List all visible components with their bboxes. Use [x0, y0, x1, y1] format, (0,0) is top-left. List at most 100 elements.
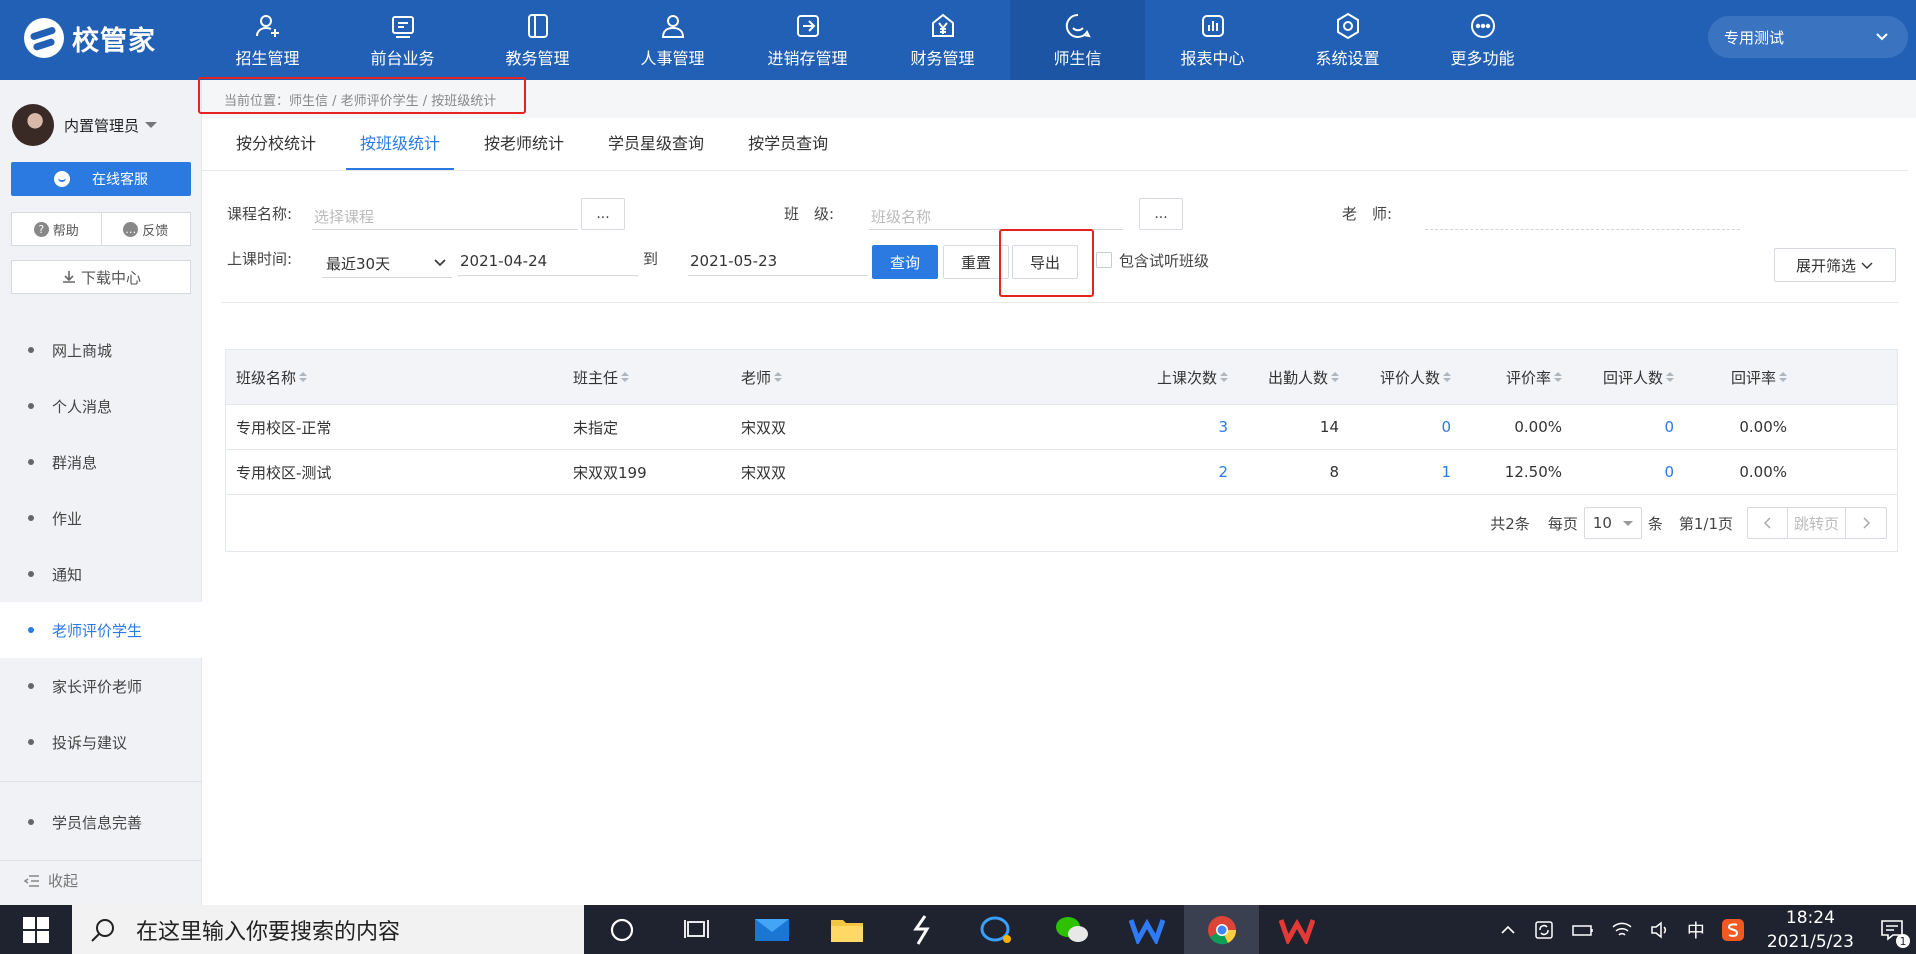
column-header-head-teacher[interactable]: 班主任 [573, 350, 630, 404]
next-page-button[interactable] [1846, 508, 1886, 538]
date-from-input[interactable]: 2021-04-24 [458, 246, 638, 276]
sidebar-item-homework[interactable]: 作业 [0, 490, 202, 546]
mail-app[interactable] [734, 905, 809, 954]
column-header-class-name[interactable]: 班级名称 [236, 350, 308, 404]
sync-icon[interactable] [1533, 919, 1555, 941]
column-header-evaluated[interactable]: 评价人数 [1346, 350, 1451, 404]
app-logo[interactable]: 校管家 [24, 16, 156, 60]
sidebar-item-parent-evaluate-teacher[interactable]: 家长评价老师 [0, 658, 202, 714]
column-header-reply-rate[interactable]: 回评率 [1681, 350, 1787, 404]
user-menu[interactable]: 内置管理员 [12, 104, 158, 146]
teacher-input[interactable] [1425, 200, 1740, 230]
book-icon [527, 14, 548, 38]
cell-evaluated-link[interactable]: 0 [1346, 405, 1451, 449]
expand-filter-button[interactable]: 展开筛选 [1774, 248, 1896, 282]
download-center-button[interactable]: 下载中心 [11, 260, 191, 294]
inventory-icon [796, 15, 819, 37]
query-button[interactable]: 查询 [872, 245, 938, 279]
date-to-input[interactable]: 2021-05-23 [688, 246, 868, 276]
collapse-sidebar-button[interactable]: 收起 [24, 870, 78, 891]
bullet-icon [28, 403, 34, 409]
course-input[interactable]: 选择课程 [312, 200, 578, 230]
cell-attendance: 8 [1329, 463, 1339, 481]
sogou-icon[interactable] [1721, 918, 1745, 942]
online-service-button[interactable]: 在线客服 [11, 162, 191, 196]
nav-item-reports[interactable]: 报表中心 [1145, 0, 1280, 80]
tab-by-class[interactable]: 按班级统计 [346, 118, 455, 170]
cell-evaluated-link[interactable]: 1 [1346, 450, 1451, 494]
wps-app[interactable] [1259, 905, 1334, 954]
column-header-teacher[interactable]: 老师 [741, 350, 783, 404]
nav-item-reception[interactable]: 前台业务 [335, 0, 470, 80]
sidebar-item-teacher-evaluate-student[interactable]: 老师评价学生 [0, 602, 202, 658]
column-header-reply-count[interactable]: 回评人数 [1568, 350, 1674, 404]
sidebar: 内置管理员 在线客服 ? 帮助 … 反馈 下载中心 网上商城 个人消息 群消息 作业… [0, 80, 202, 905]
feedback-button[interactable]: … 反馈 [100, 213, 191, 245]
sidebar-item-personal-message[interactable]: 个人消息 [0, 378, 202, 434]
column-header-attendance[interactable]: 出勤人数 [1236, 350, 1339, 404]
jump-page-input[interactable]: 跳转页 [1788, 508, 1846, 538]
cell-lesson-count-link[interactable]: 3 [1126, 405, 1228, 449]
breadcrumb-highlight-box [198, 77, 526, 114]
course-picker-button[interactable]: ... [581, 198, 625, 230]
app-lightning[interactable] [884, 905, 959, 954]
sidebar-extra: 学员信息完善 [0, 794, 202, 850]
include-trial-checkbox[interactable] [1096, 252, 1112, 268]
column-header-label: 回评率 [1730, 368, 1776, 387]
cell-head-teacher: 宋双双199 [573, 463, 647, 482]
column-header-lesson-count[interactable]: 上课次数 [866, 350, 1228, 404]
sidebar-item-student-info[interactable]: 学员信息完善 [0, 794, 202, 850]
column-header-label: 班级名称 [236, 368, 297, 387]
column-header-label: 上课次数 [1156, 368, 1217, 387]
volume-icon[interactable] [1649, 920, 1671, 940]
column-header-eval-rate[interactable]: 评价率 [1458, 350, 1562, 404]
wps-writer-app[interactable] [1109, 905, 1184, 954]
nav-label: 报表中心 [1180, 49, 1245, 68]
cell-reply-count-link[interactable]: 0 [1568, 405, 1674, 449]
tab-by-student[interactable]: 按学员查询 [734, 118, 842, 170]
export-highlight-box [999, 229, 1094, 297]
ime-indicator[interactable]: 中 [1687, 917, 1705, 943]
tab-student-star[interactable]: 学员星级查询 [594, 118, 718, 170]
chevron-up-icon[interactable] [1499, 921, 1517, 939]
nav-item-academic[interactable]: 教务管理 [470, 0, 605, 80]
battery-icon[interactable] [1571, 921, 1595, 939]
sidebar-item-mall[interactable]: 网上商城 [0, 322, 202, 378]
nav-item-enrollment[interactable]: 招生管理 [200, 0, 335, 80]
nav-item-settings[interactable]: 系统设置 [1280, 0, 1415, 80]
cortana-button[interactable] [584, 905, 659, 954]
time-range-select[interactable]: 最近30天 [322, 246, 452, 278]
page-size-select[interactable]: 10 [1583, 507, 1642, 539]
sidebar-item-complaints[interactable]: 投诉与建议 [0, 714, 202, 770]
start-button[interactable] [0, 905, 72, 954]
cell-lesson-count-link[interactable]: 2 [1126, 450, 1228, 494]
sidebar-item-group-message[interactable]: 群消息 [0, 434, 202, 490]
chrome-app[interactable] [1184, 905, 1259, 954]
taskbar-clock[interactable]: 18:24 2021/5/23 [1767, 906, 1854, 954]
nav-item-finance[interactable]: 财务管理 [875, 0, 1010, 80]
nav-item-more[interactable]: 更多功能 [1415, 0, 1550, 80]
cell-teacher: 宋双双 [741, 418, 787, 437]
cell-class-name: 专用校区-测试 [236, 463, 332, 482]
tab-by-teacher[interactable]: 按老师统计 [470, 118, 578, 170]
nav-item-inventory[interactable]: 进销存管理 [740, 0, 875, 80]
wifi-icon[interactable] [1611, 920, 1633, 940]
org-select[interactable]: 专用测试 [1708, 16, 1908, 58]
prev-page-button[interactable] [1748, 508, 1788, 538]
notification-button[interactable]: 1 [1868, 905, 1916, 954]
sidebar-item-notice[interactable]: 通知 [0, 546, 202, 602]
taskbar-search[interactable]: 在这里输入你要搜索的内容 [72, 905, 584, 954]
sidebar-item-label: 投诉与建议 [52, 733, 128, 752]
task-view-button[interactable] [659, 905, 734, 954]
app-chat-bubble[interactable] [959, 905, 1034, 954]
cell-reply-count-link[interactable]: 0 [1568, 450, 1674, 494]
help-button[interactable]: ? 帮助 [12, 213, 101, 245]
nav-item-hr[interactable]: 人事管理 [605, 0, 740, 80]
class-input[interactable]: 班级名称 [869, 200, 1123, 230]
nav-item-messages[interactable]: 师生信 [1010, 0, 1145, 80]
file-explorer-app[interactable] [809, 905, 884, 954]
divider [0, 781, 202, 782]
tab-by-branch[interactable]: 按分校统计 [222, 118, 330, 170]
class-picker-button[interactable]: ... [1139, 198, 1183, 230]
wechat-app[interactable] [1034, 905, 1109, 954]
